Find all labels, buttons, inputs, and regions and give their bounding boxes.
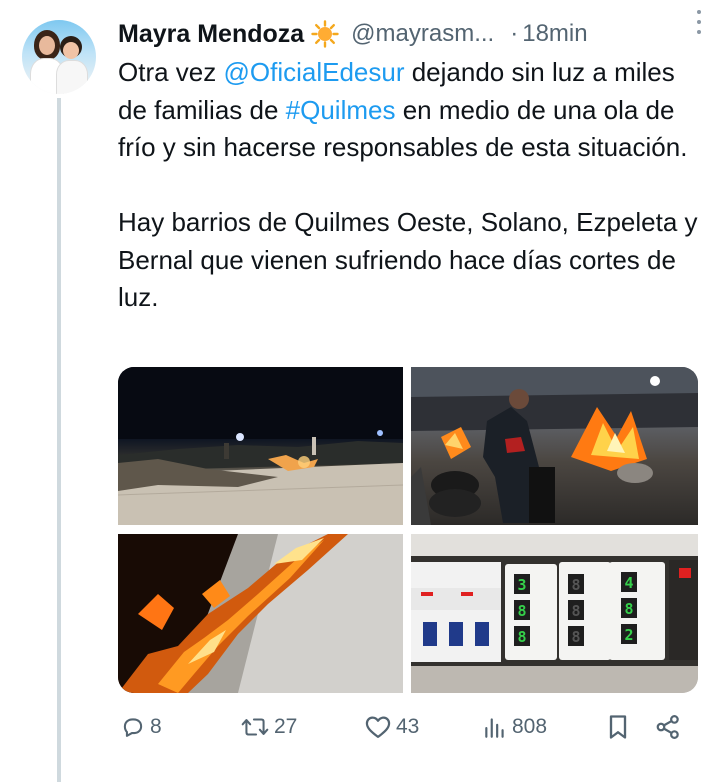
more-options-icon[interactable] xyxy=(695,10,703,34)
meter-digit: 3 xyxy=(517,576,526,594)
media-grid: 3 8 8 8 8 8 4 8 2 xyxy=(118,367,698,693)
views-count: 808 xyxy=(512,715,548,738)
electric-meter-panel-photo[interactable]: 3 8 8 8 8 8 4 8 2 xyxy=(411,534,698,693)
tweet-paragraph-1: Otra vez @OficialEdesur dejando sin luz … xyxy=(118,54,703,167)
mention-link[interactable]: @OficialEdesur xyxy=(223,57,404,87)
repost-icon xyxy=(241,718,269,736)
repost-button[interactable]: 27 xyxy=(240,707,297,747)
hashtag-link[interactable]: #Quilmes xyxy=(286,95,396,125)
tweet-time[interactable]: 18min xyxy=(522,20,587,48)
reply-count: 8 xyxy=(150,715,162,738)
heart-icon xyxy=(365,716,391,739)
meter-digit: 8 xyxy=(571,628,580,646)
meter-digit: 8 xyxy=(571,576,580,594)
thread-line xyxy=(57,98,61,782)
street-barricade-night-photo[interactable] xyxy=(118,367,403,525)
sun-emoji-icon xyxy=(311,20,339,48)
share-button[interactable] xyxy=(654,707,682,747)
tire-fire-protest-photo[interactable] xyxy=(411,367,698,525)
reply-icon xyxy=(123,718,143,737)
like-button[interactable]: 43 xyxy=(364,707,419,747)
author-handle[interactable]: @mayrasm... xyxy=(351,20,494,48)
tweet-actions: 8 27 43 808 xyxy=(118,707,698,747)
views-button[interactable]: 808 xyxy=(482,707,547,747)
text-segment: Otra vez xyxy=(118,57,224,87)
meter-digit: 2 xyxy=(624,626,633,644)
share-icon xyxy=(656,715,679,739)
meter-digit: 8 xyxy=(517,602,526,620)
repost-count: 27 xyxy=(274,715,298,738)
meter-digit: 8 xyxy=(517,628,526,646)
time-separator: · xyxy=(510,20,519,47)
like-count: 43 xyxy=(396,715,420,738)
meter-digit: 8 xyxy=(571,602,580,620)
fire-closeup-photo[interactable] xyxy=(118,534,403,693)
tweet-paragraph-2: Hay barrios de Quilmes Oeste, Solano, Ez… xyxy=(118,207,698,312)
meter-digit: 4 xyxy=(624,574,633,592)
avatar[interactable] xyxy=(22,20,96,94)
reply-button[interactable]: 8 xyxy=(120,707,162,747)
author-name[interactable]: Mayra Mendoza xyxy=(118,20,304,49)
bookmark-icon xyxy=(609,715,627,739)
tweet-header: Mayra Mendoza @mayrasm... · 18min xyxy=(118,16,700,52)
bookmark-button[interactable] xyxy=(605,707,631,747)
views-bar-chart-icon xyxy=(485,718,504,738)
tweet-text: Otra vez @OficialEdesur dejando sin luz … xyxy=(118,54,703,317)
meter-digit: 8 xyxy=(624,600,633,618)
